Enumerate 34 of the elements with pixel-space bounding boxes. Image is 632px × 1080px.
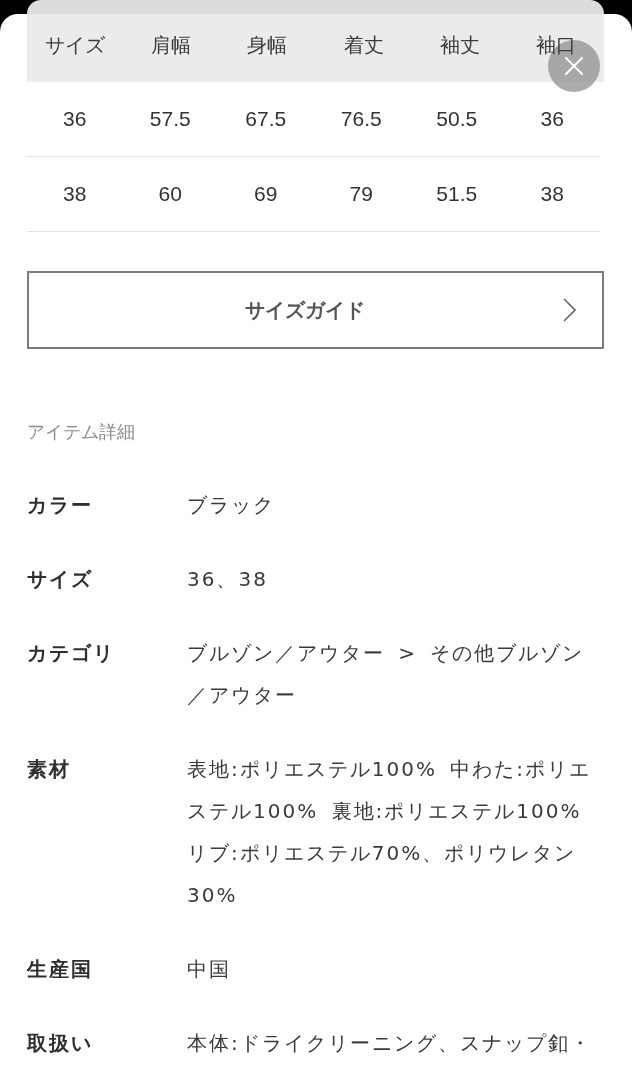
table-cell: 50.5 xyxy=(436,107,478,131)
detail-value: 36、38 xyxy=(187,566,269,593)
table-cell: 51.5 xyxy=(436,182,478,206)
detail-value: 中国 xyxy=(187,956,232,983)
table-cell: 76.5 xyxy=(340,107,382,131)
detail-label: 素材 xyxy=(27,756,72,783)
detail-label: カラー xyxy=(27,492,94,519)
column-header: 袖口 xyxy=(535,34,576,56)
detail-value: ブルゾン／アウター > その他ブルゾン／アウター xyxy=(187,640,586,709)
detail-value: 本体:ドライクリーニング、スナップ釦・ xyxy=(187,1030,593,1057)
column-header: 肩幅 xyxy=(151,34,192,56)
table-cell: 36 xyxy=(540,107,564,131)
column-header: 身幅 xyxy=(247,34,288,56)
size-guide-button[interactable]: サイズガイド xyxy=(27,271,604,349)
column-header: サイズ xyxy=(45,34,106,56)
detail-label: 生産国 xyxy=(27,956,94,983)
section-title: アイテム詳細 xyxy=(27,420,136,444)
table-cell: 38 xyxy=(63,182,87,206)
table-cell: 57.5 xyxy=(149,107,191,131)
table-cell: 60 xyxy=(158,182,182,206)
close-icon xyxy=(565,57,583,75)
table-cell: 67.5 xyxy=(245,107,287,131)
detail-value: 表地:ポリエステル100% 中わた:ポリエステル100% 裏地:ポリエステル100% リブ:ポリエステル70%、ポリウレタン30% xyxy=(187,756,592,909)
table-cell: 69 xyxy=(254,182,278,206)
detail-label: サイズ xyxy=(27,566,94,593)
column-header: 袖丈 xyxy=(439,34,480,56)
table-cell: 36 xyxy=(63,107,87,131)
detail-value: ブラック xyxy=(187,492,276,519)
column-header: 着丈 xyxy=(343,34,384,56)
table-cell: 79 xyxy=(349,182,373,206)
detail-label: カテゴリ xyxy=(27,640,116,667)
chevron-right-icon xyxy=(563,298,576,322)
table-cell: 38 xyxy=(540,182,564,206)
detail-label: 取扱い xyxy=(27,1030,94,1057)
